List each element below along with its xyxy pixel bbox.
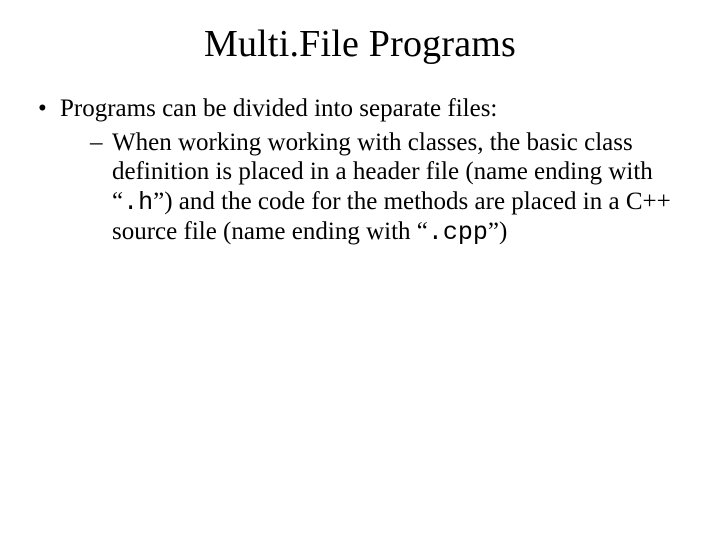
sub-bullet-1-text-2: ”) and the code for the methods are plac… bbox=[112, 188, 671, 246]
code-cpp-ext: .cpp bbox=[428, 218, 488, 247]
slide-title: Multi.File Programs bbox=[0, 0, 720, 66]
slide-body: Programs can be divided into separate fi… bbox=[0, 66, 720, 248]
code-h-ext: .h bbox=[123, 188, 153, 217]
sub-bullet-1: When working working with classes, the b… bbox=[90, 128, 684, 248]
bullet-1-text: Programs can be divided into separate fi… bbox=[60, 95, 497, 122]
bullet-list-level1: Programs can be divided into separate fi… bbox=[36, 94, 684, 248]
sub-bullet-1-text-3: ”) bbox=[488, 218, 507, 245]
bullet-item-1: Programs can be divided into separate fi… bbox=[36, 94, 684, 248]
slide: Multi.File Programs Programs can be divi… bbox=[0, 0, 720, 540]
bullet-list-level2: When working working with classes, the b… bbox=[60, 128, 684, 248]
